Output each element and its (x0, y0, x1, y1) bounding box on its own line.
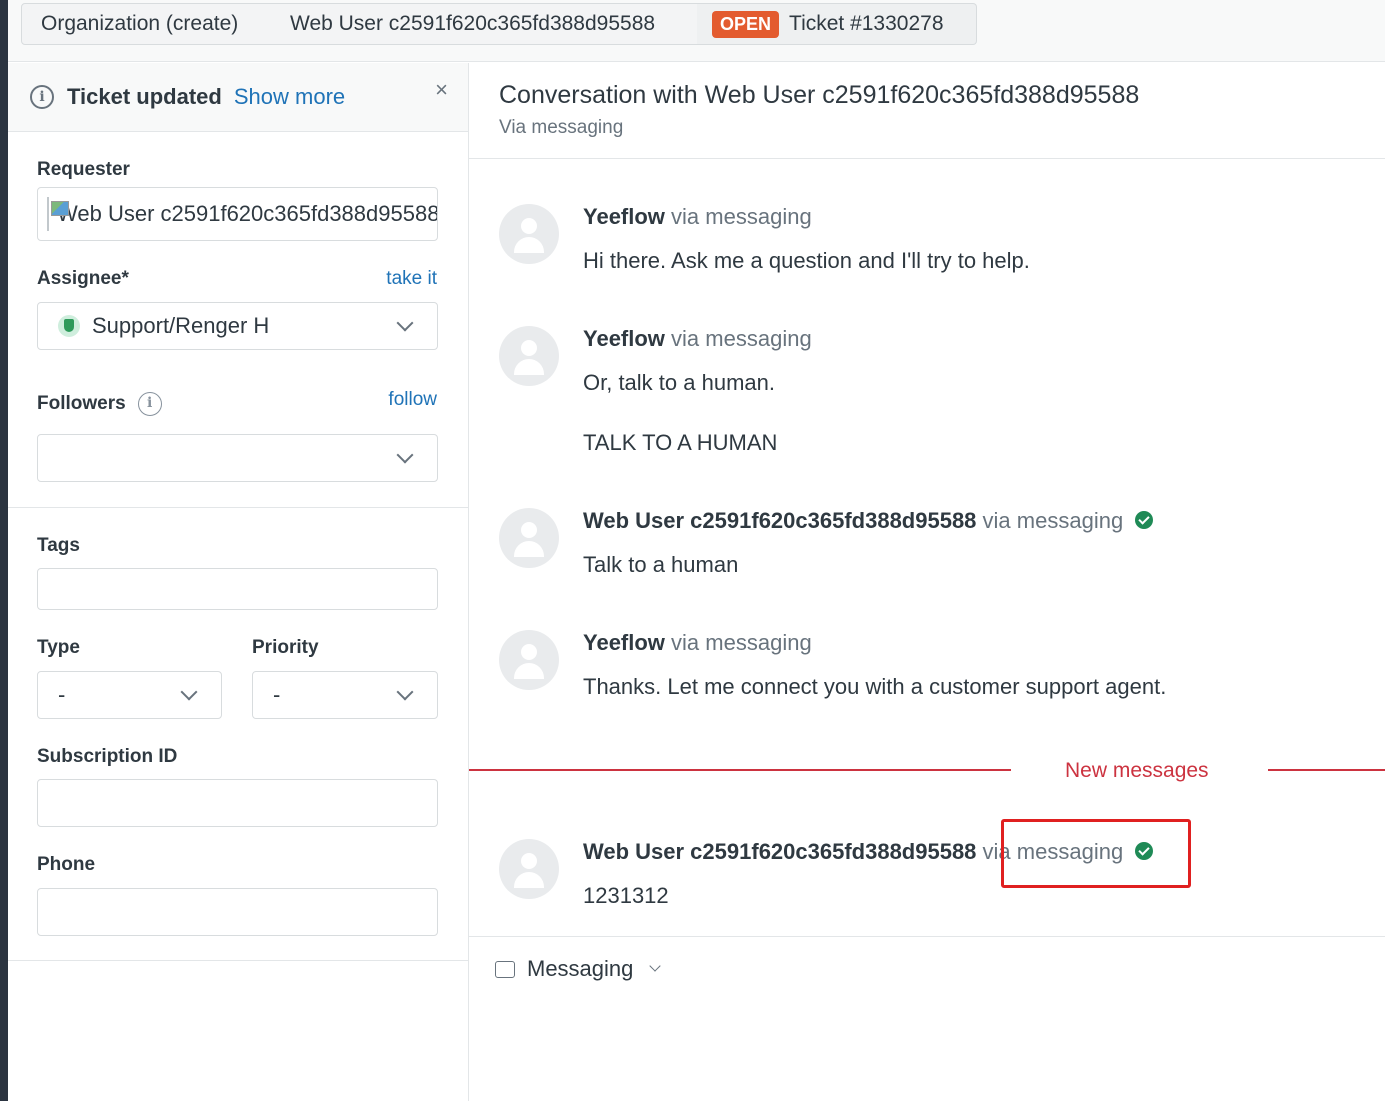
conversation-title: Conversation with Web User c2591f620c365… (499, 81, 1140, 109)
notice-title: Ticket updated (67, 84, 222, 109)
message-author[interactable]: Web User c2591f620c365fd388d95588 (583, 508, 976, 533)
ticket-properties-panel: i Ticket updated Show more × Requester W… (8, 63, 469, 1101)
conversation-channel: Via messaging (499, 117, 624, 138)
message-author[interactable]: Yeeflow (583, 326, 665, 351)
requester-value: Web User c2591f620c365fd388d95588 (57, 201, 438, 226)
composer-divider (469, 936, 1385, 937)
subscription-id-input[interactable] (37, 779, 438, 827)
followers-info-icon[interactable]: i (137, 392, 162, 416)
avatar (499, 326, 559, 386)
status-badge: OPEN (712, 10, 780, 38)
chevron-down-icon (396, 314, 414, 332)
message-author[interactable]: Yeeflow (583, 204, 665, 229)
message-author[interactable]: Web User c2591f620c365fd388d95588 (583, 839, 976, 864)
message-body: 1231312 (583, 883, 669, 908)
chevron-down-icon (396, 683, 414, 701)
message-channel: via messaging (671, 630, 812, 655)
message-body: Or, talk to a human. (583, 370, 775, 395)
priority-select[interactable]: - (252, 671, 438, 719)
type-select[interactable]: - (37, 671, 222, 719)
conversation-header: Conversation with Web User c2591f620c365… (469, 63, 1385, 159)
channel-selector[interactable]: Messaging (495, 956, 662, 982)
section-divider (8, 507, 468, 508)
show-more-link[interactable]: Show more (234, 84, 345, 110)
followers-select[interactable] (37, 434, 438, 482)
message-body: Thanks. Let me connect you with a custom… (583, 674, 1167, 699)
follow-link[interactable]: follow (388, 389, 437, 411)
requester-label: Requester (37, 159, 130, 180)
followers-label-text: Followers (37, 393, 126, 415)
ticket-tab-bar: Organization (create) Web User c2591f620… (8, 0, 1385, 62)
take-it-link[interactable]: take it (386, 268, 437, 290)
new-messages-label: New messages (1065, 759, 1209, 782)
tab-organization-label: Organization (create) (41, 12, 239, 35)
avatar (499, 839, 559, 899)
tab-ticket[interactable]: OPEN Ticket #1330278 (697, 3, 977, 45)
priority-label: Priority (252, 637, 319, 658)
chevron-down-icon (649, 960, 662, 972)
message-header: Yeeflow via messaging (583, 630, 812, 656)
type-value: - (58, 682, 66, 707)
assignee-label: Assignee* (37, 268, 129, 289)
requester-avatar-icon (47, 197, 69, 231)
chevron-down-icon (180, 683, 198, 701)
ticket-updated-notice: i Ticket updated Show more × (8, 63, 468, 132)
tags-input[interactable] (37, 568, 438, 610)
chat-bubble-icon (495, 960, 515, 978)
message-author[interactable]: Yeeflow (583, 630, 665, 655)
followers-label: Followers i (37, 392, 162, 416)
assignee-group-icon (58, 315, 80, 337)
assignee-value: Support/Renger H (92, 313, 270, 338)
message-body-action: TALK TO A HUMAN (583, 430, 778, 455)
phone-label: Phone (37, 854, 96, 875)
phone-input[interactable] (37, 888, 438, 936)
app-left-rail (0, 0, 8, 1101)
avatar (499, 630, 559, 690)
message-channel: via messaging (982, 839, 1124, 864)
message-channel: via messaging (671, 204, 812, 229)
message-header: Yeeflow via messaging (583, 204, 812, 230)
message-channel: via messaging (671, 326, 812, 351)
tags-label: Tags (37, 535, 80, 556)
close-icon[interactable]: × (435, 77, 448, 103)
message-body: Talk to a human (583, 552, 739, 577)
message-header: Yeeflow via messaging (583, 326, 812, 352)
tab-ticket-label: Ticket #1330278 (789, 12, 944, 35)
message-channel: via messaging (982, 508, 1124, 533)
new-messages-divider-right (1268, 769, 1385, 771)
tab-organization[interactable]: Organization (create) (21, 3, 272, 45)
avatar (499, 204, 559, 264)
message-body: Hi there. Ask me a question and I'll try… (583, 248, 1030, 273)
priority-value: - (273, 682, 281, 707)
conversation-panel: Conversation with Web User c2591f620c365… (469, 63, 1385, 1101)
verified-check-icon (1135, 842, 1154, 861)
avatar (499, 508, 559, 568)
type-label: Type (37, 637, 80, 658)
message-header: Web User c2591f620c365fd388d95588 via me… (583, 508, 1154, 534)
assignee-select[interactable]: Support/Renger H (37, 302, 438, 350)
tab-user[interactable]: Web User c2591f620c365fd388d95588 (271, 3, 698, 45)
new-messages-divider-left (469, 769, 1011, 771)
subscription-id-label: Subscription ID (37, 746, 178, 767)
info-icon: i (30, 85, 54, 109)
tab-user-label: Web User c2591f620c365fd388d95588 (290, 12, 656, 35)
verified-check-icon (1135, 511, 1154, 530)
channel-selector-label: Messaging (527, 956, 634, 981)
message-header: Web User c2591f620c365fd388d95588 via me… (583, 839, 1154, 865)
chevron-down-icon (396, 446, 414, 464)
requester-field[interactable]: Web User c2591f620c365fd388d95588 (37, 187, 438, 241)
section-divider (8, 960, 468, 961)
